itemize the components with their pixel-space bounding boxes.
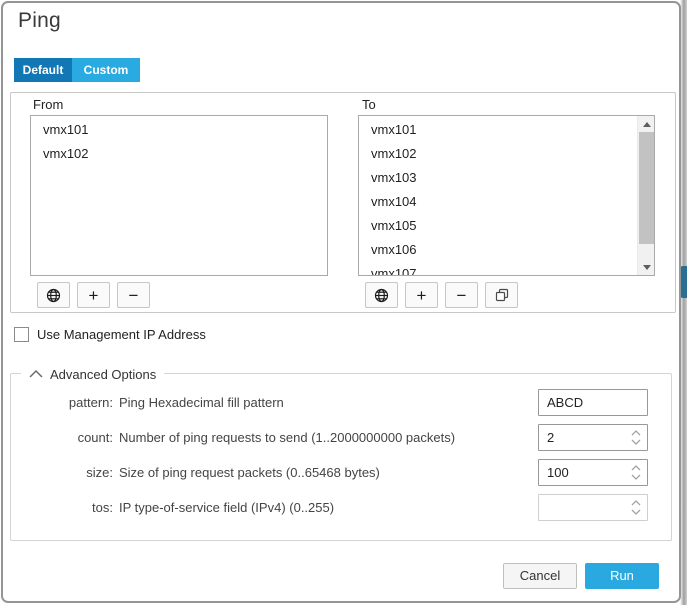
tos-row-label: tos: IP type-of-service field (IPv4) (0.… (31, 494, 334, 521)
count-spinner[interactable] (630, 424, 642, 451)
from-toolbar: + − (37, 282, 150, 308)
from-add-button[interactable]: + (77, 282, 110, 308)
mode-tabs: Default Custom (14, 58, 140, 82)
list-item[interactable]: vmx107 (359, 262, 637, 276)
pattern-input[interactable] (538, 389, 648, 416)
minus-icon: − (129, 287, 139, 304)
list-item[interactable]: vmx105 (359, 214, 637, 238)
minus-icon: − (457, 287, 467, 304)
spinner-up-icon (631, 500, 641, 506)
size-row-label: size: Size of ping request packets (0..6… (31, 459, 380, 486)
spinner-up-icon (631, 465, 641, 471)
to-toolbar: + − (365, 282, 518, 308)
list-item[interactable]: vmx102 (359, 142, 637, 166)
pattern-field-wrap (538, 389, 648, 416)
management-ip-checkbox[interactable] (14, 327, 29, 342)
run-button[interactable]: Run (585, 563, 659, 589)
field-description: Number of ping requests to send (1..2000… (119, 430, 455, 445)
size-field-wrap (538, 459, 648, 486)
scroll-up-icon[interactable] (638, 116, 655, 132)
tab-default[interactable]: Default (14, 58, 72, 82)
to-copy-button[interactable] (485, 282, 518, 308)
page-edge-strip (680, 0, 687, 605)
from-listbox: vmx101 vmx102 (30, 115, 328, 276)
tos-field-wrap (538, 494, 648, 521)
management-ip-label: Use Management IP Address (37, 327, 206, 342)
cancel-button[interactable]: Cancel (503, 563, 577, 589)
from-globe-button[interactable] (37, 282, 70, 308)
plus-icon: + (417, 287, 427, 304)
field-name: tos: (31, 500, 113, 515)
list-item[interactable]: vmx101 (31, 118, 327, 142)
count-field-wrap (538, 424, 648, 451)
spinner-up-icon (631, 430, 641, 436)
from-remove-button[interactable]: − (117, 282, 150, 308)
field-name: count: (31, 430, 113, 445)
tab-custom[interactable]: Custom (72, 58, 140, 82)
advanced-options-fieldset: Advanced Options pattern: Ping Hexadecim… (10, 373, 672, 541)
list-item[interactable]: vmx106 (359, 238, 637, 262)
management-ip-row: Use Management IP Address (14, 327, 206, 342)
to-add-button[interactable]: + (405, 282, 438, 308)
to-listbox: vmx101 vmx102 vmx103 vmx104 vmx105 vmx10… (358, 115, 655, 276)
plus-icon: + (89, 287, 99, 304)
endpoints-panel: From To vmx101 vmx102 vmx101 vmx102 vmx1… (10, 92, 676, 313)
size-spinner[interactable] (630, 459, 642, 486)
spinner-down-icon (631, 509, 641, 515)
dialog-title: Ping (18, 9, 61, 33)
field-name: size: (31, 465, 113, 480)
ping-dialog: Ping Default Custom From To vmx101 vmx10… (1, 1, 681, 603)
to-globe-button[interactable] (365, 282, 398, 308)
copy-icon (495, 288, 509, 302)
chevron-up-icon (29, 370, 43, 378)
globe-icon (374, 288, 389, 303)
field-description: IP type-of-service field (IPv4) (0..255) (119, 500, 334, 515)
tos-spinner[interactable] (630, 494, 642, 521)
spinner-down-icon (631, 474, 641, 480)
field-description: Ping Hexadecimal fill pattern (119, 395, 284, 410)
list-item[interactable]: vmx101 (359, 118, 637, 142)
pattern-row-label: pattern: Ping Hexadecimal fill pattern (31, 389, 284, 416)
scroll-down-icon[interactable] (638, 259, 655, 275)
from-label: From (33, 97, 63, 112)
globe-icon (46, 288, 61, 303)
to-remove-button[interactable]: − (445, 282, 478, 308)
list-item[interactable]: vmx102 (31, 142, 327, 166)
to-label: To (362, 97, 376, 112)
field-name: pattern: (31, 395, 113, 410)
scrollbar-thumb[interactable] (639, 132, 654, 244)
list-item[interactable]: vmx104 (359, 190, 637, 214)
advanced-options-legend[interactable]: Advanced Options (21, 365, 164, 383)
vertical-scrollbar[interactable] (637, 116, 654, 275)
count-row-label: count: Number of ping requests to send (… (31, 424, 455, 451)
legend-label: Advanced Options (50, 367, 156, 382)
field-description: Size of ping request packets (0..65468 b… (119, 465, 380, 480)
spinner-down-icon (631, 439, 641, 445)
list-item[interactable]: vmx103 (359, 166, 637, 190)
